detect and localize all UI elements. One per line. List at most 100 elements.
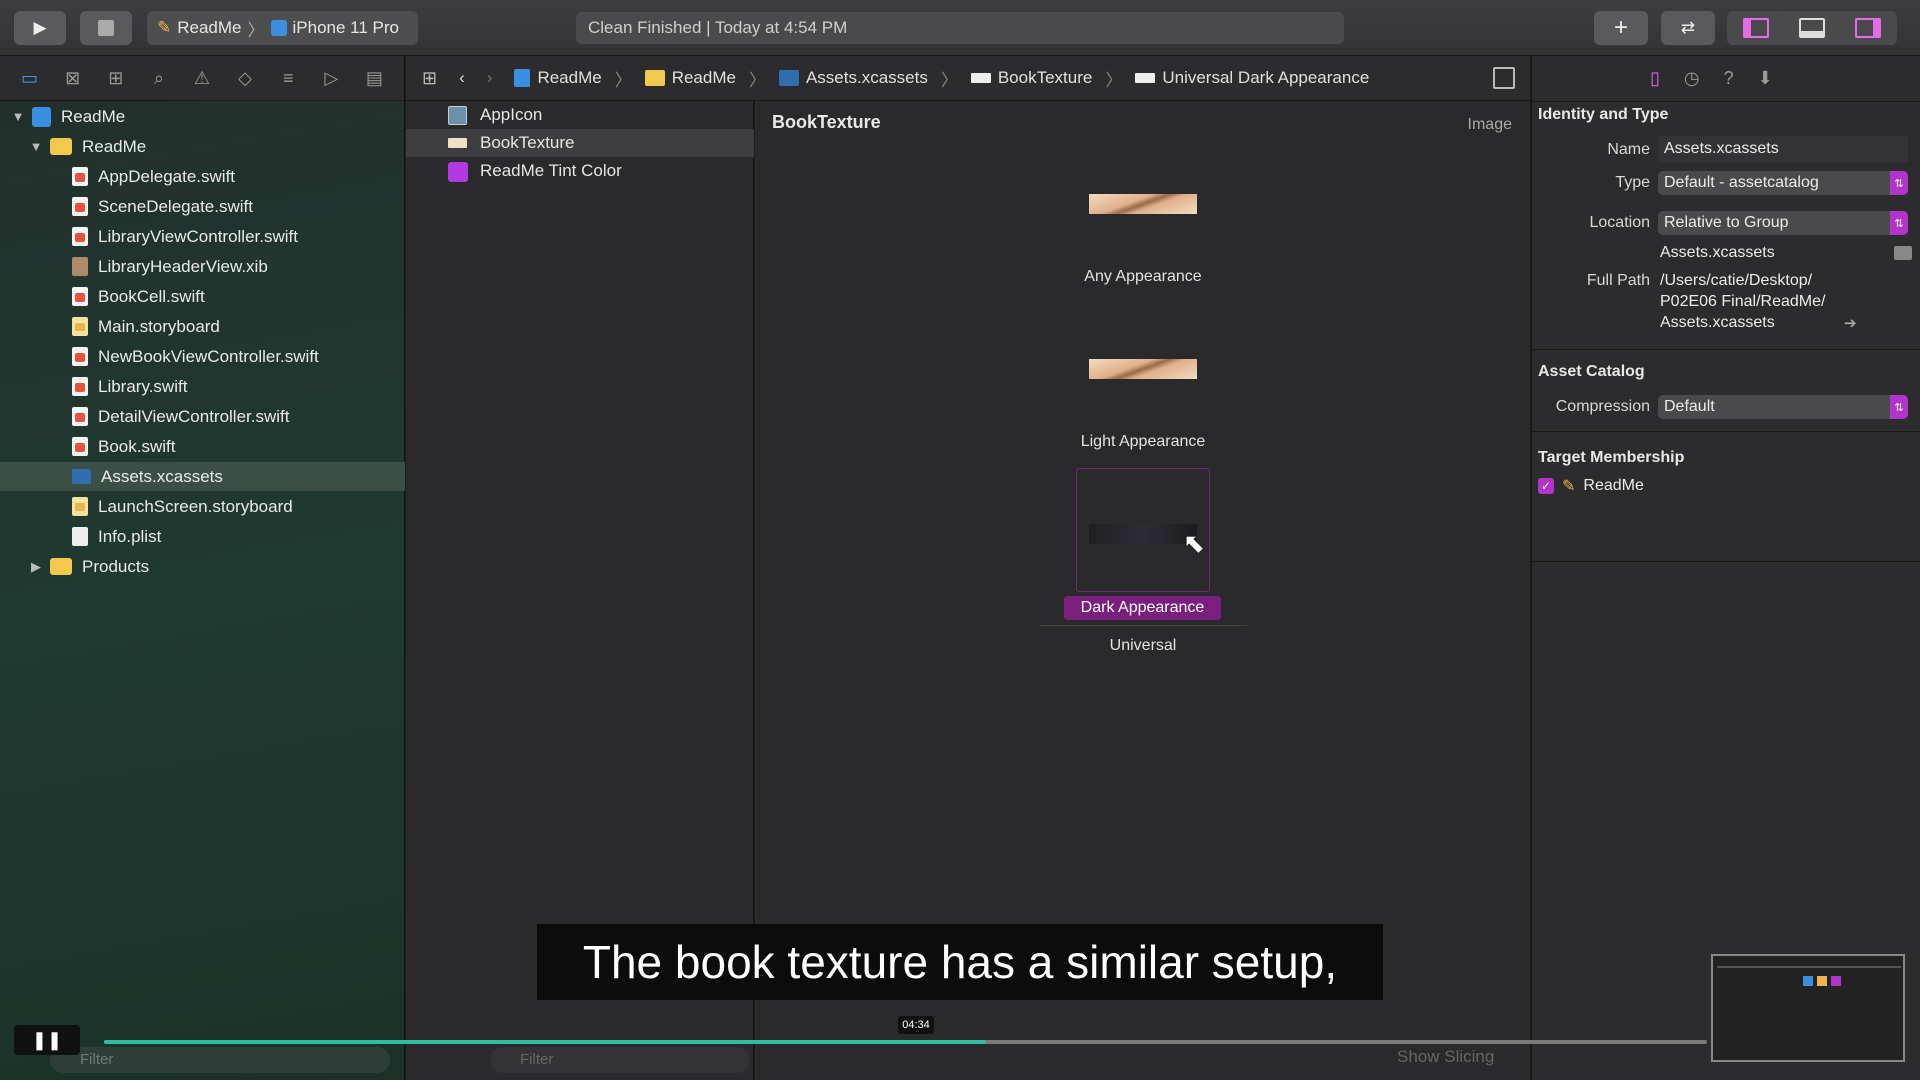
tree-row-group[interactable]: ▼ ReadMe [28,132,147,161]
warning-icon[interactable]: ⚠ [191,67,213,89]
scheme-selector[interactable]: ✎ ReadMe 〉 iPhone 11 Pro [147,11,418,45]
tree-item-label: Library.swift [98,376,188,396]
tree-row-file[interactable]: SceneDelegate.swift [72,192,253,221]
source-control-icon[interactable]: ⊠ [62,67,84,89]
breadcrumb-item[interactable]: ReadMe [537,68,601,88]
symbol-icon[interactable]: ⊞ [105,67,127,89]
tree-row-file[interactable]: Info.plist [72,522,161,551]
stop-button[interactable] [80,11,132,45]
progress-fill [104,1040,986,1044]
asset-row[interactable]: ReadMe Tint Color [406,157,754,185]
help-icon[interactable]: ? [1724,68,1734,89]
mouse-cursor-icon: ⬉ [1183,528,1205,558]
swap-arrows-icon: ⇄ [1680,18,1696,37]
storyboard-file-icon [72,497,88,516]
type-popup[interactable]: Default - assetcatalog ⇅ [1658,171,1908,195]
app-icon-thumbnail [448,106,467,125]
location-file: Assets.xcassets [1660,244,1775,261]
target-membership-row[interactable]: ✓ ✎ ReadMe [1538,476,1644,496]
breadcrumb-item[interactable]: ReadMe [672,68,736,88]
history-inspector-icon[interactable]: ◷ [1684,68,1700,89]
location-popup[interactable]: Relative to Group ⇅ [1658,211,1908,235]
checkbox-checked-icon[interactable]: ✓ [1538,478,1554,494]
compression-popup[interactable]: Default ⇅ [1658,395,1908,419]
tree-row-file[interactable]: DetailViewController.swift [72,402,289,431]
disclosure-triangle-icon[interactable]: ▶ [28,559,44,575]
search-icon[interactable]: ⌕ [148,67,170,89]
image-well-light[interactable] [1089,359,1197,379]
fullpath-line: Assets.xcassets [1660,314,1775,331]
play-icon: ▶ [33,18,47,37]
image-well-any[interactable] [1089,194,1197,214]
run-button[interactable]: ▶ [14,11,66,45]
folder-icon [50,558,72,575]
library-button[interactable]: + [1594,11,1648,45]
tree-row-file[interactable]: LibraryViewController.swift [72,222,298,251]
code-review-button[interactable]: ⇄ [1661,11,1715,45]
slot-label-light: Light Appearance [1080,433,1206,450]
device-name: iPhone 11 Pro [292,18,399,37]
breadcrumb: ReadMe 〉 ReadMe 〉 Assets.xcassets 〉 BookTex… [514,66,1369,91]
breakpoint-icon[interactable]: ▷ [320,67,342,89]
name-field[interactable]: Assets.xcassets [1658,136,1908,162]
tree-item-label: DetailViewController.swift [98,406,290,426]
location-label: Location [1589,214,1651,231]
subtitle-text: The book texture has a similar setup, [582,936,1338,988]
tree-row-group[interactable]: ▶ Products [28,552,149,581]
asset-row-selected[interactable]: BookTexture [406,129,754,157]
project-icon [514,69,531,87]
tree-row-file[interactable]: AppDelegate.swift [72,162,235,191]
chevron-right-icon: 〉 [1105,70,1123,90]
tree-item-label: LaunchScreen.storyboard [98,496,293,516]
disclosure-triangle-icon[interactable]: ▼ [10,109,26,124]
tree-row-selected[interactable]: Assets.xcassets [0,462,405,491]
inspector-tabs: ▯ ◷ ? ⬇ [1650,68,1773,89]
file-inspector-icon[interactable]: ▯ [1650,68,1660,89]
chevron-right-icon: 〉 [940,70,958,90]
asset-row[interactable]: AppIcon [406,101,754,129]
project-navigator: ▼ ReadMe ▼ ReadMe AppDelegate.swift SceneD… [0,101,405,1080]
pause-button[interactable]: ❚❚ [14,1025,80,1055]
disclosure-triangle-icon[interactable]: ▼ [28,139,44,154]
tree-row-file[interactable]: Library.swift [72,372,187,401]
tree-row-file[interactable]: Book.swift [72,432,175,461]
asset-catalog-icon [778,70,799,86]
progress-track[interactable] [104,1040,1707,1044]
slot-label-any: Any Appearance [1084,268,1202,285]
project-icon [32,106,51,127]
tree-row-file[interactable]: LibraryHeaderView.xib [72,252,268,281]
tree-item-label: ReadMe [82,136,147,156]
folder-icon[interactable] [1894,246,1912,260]
section-header: Identity and Type [1538,106,1669,123]
breadcrumb-item[interactable]: BookTexture [998,68,1093,88]
tree-row-file[interactable]: LaunchScreen.storyboard [72,492,293,521]
tree-row-file[interactable]: NewBookViewController.swift [72,342,319,371]
forward-arrow-icon[interactable]: › [487,68,493,88]
app-icon: ✎ [157,18,172,37]
image-well-dark[interactable] [1089,524,1197,544]
swift-file-icon [72,347,88,366]
tree-row-project[interactable]: ▼ ReadMe [10,102,125,131]
app-icon: ✎ [1562,478,1576,495]
tree-row-file[interactable]: Main.storyboard [72,312,220,341]
asset-catalog-icon [72,469,91,484]
toggle-inspector-icon[interactable] [1855,18,1881,38]
breadcrumb-item[interactable]: Assets.xcassets [806,68,928,88]
attributes-inspector-icon[interactable]: ⬇ [1758,68,1773,89]
back-arrow-icon[interactable]: ‹ [459,68,465,88]
toggle-debug-area-icon[interactable] [1799,18,1825,38]
toggle-navigator-icon[interactable] [1743,18,1769,38]
test-icon[interactable]: ◇ [234,67,256,89]
add-editor-icon[interactable] [1493,67,1515,89]
popup-arrows-icon: ⇅ [1890,211,1908,235]
reveal-in-finder-icon[interactable]: ➔ [1844,314,1857,332]
report-icon[interactable]: ▤ [363,67,385,89]
section-header: Asset Catalog [1538,363,1645,380]
breadcrumb-item[interactable]: Universal Dark Appearance [1162,68,1369,88]
debug-icon[interactable]: ≡ [277,67,299,89]
related-items-icon[interactable]: ⊞ [422,68,437,89]
group-divider [1039,625,1247,626]
tree-row-file[interactable]: BookCell.swift [72,282,205,311]
device-icon [270,20,287,36]
folder-icon[interactable]: ▭ [19,67,41,89]
